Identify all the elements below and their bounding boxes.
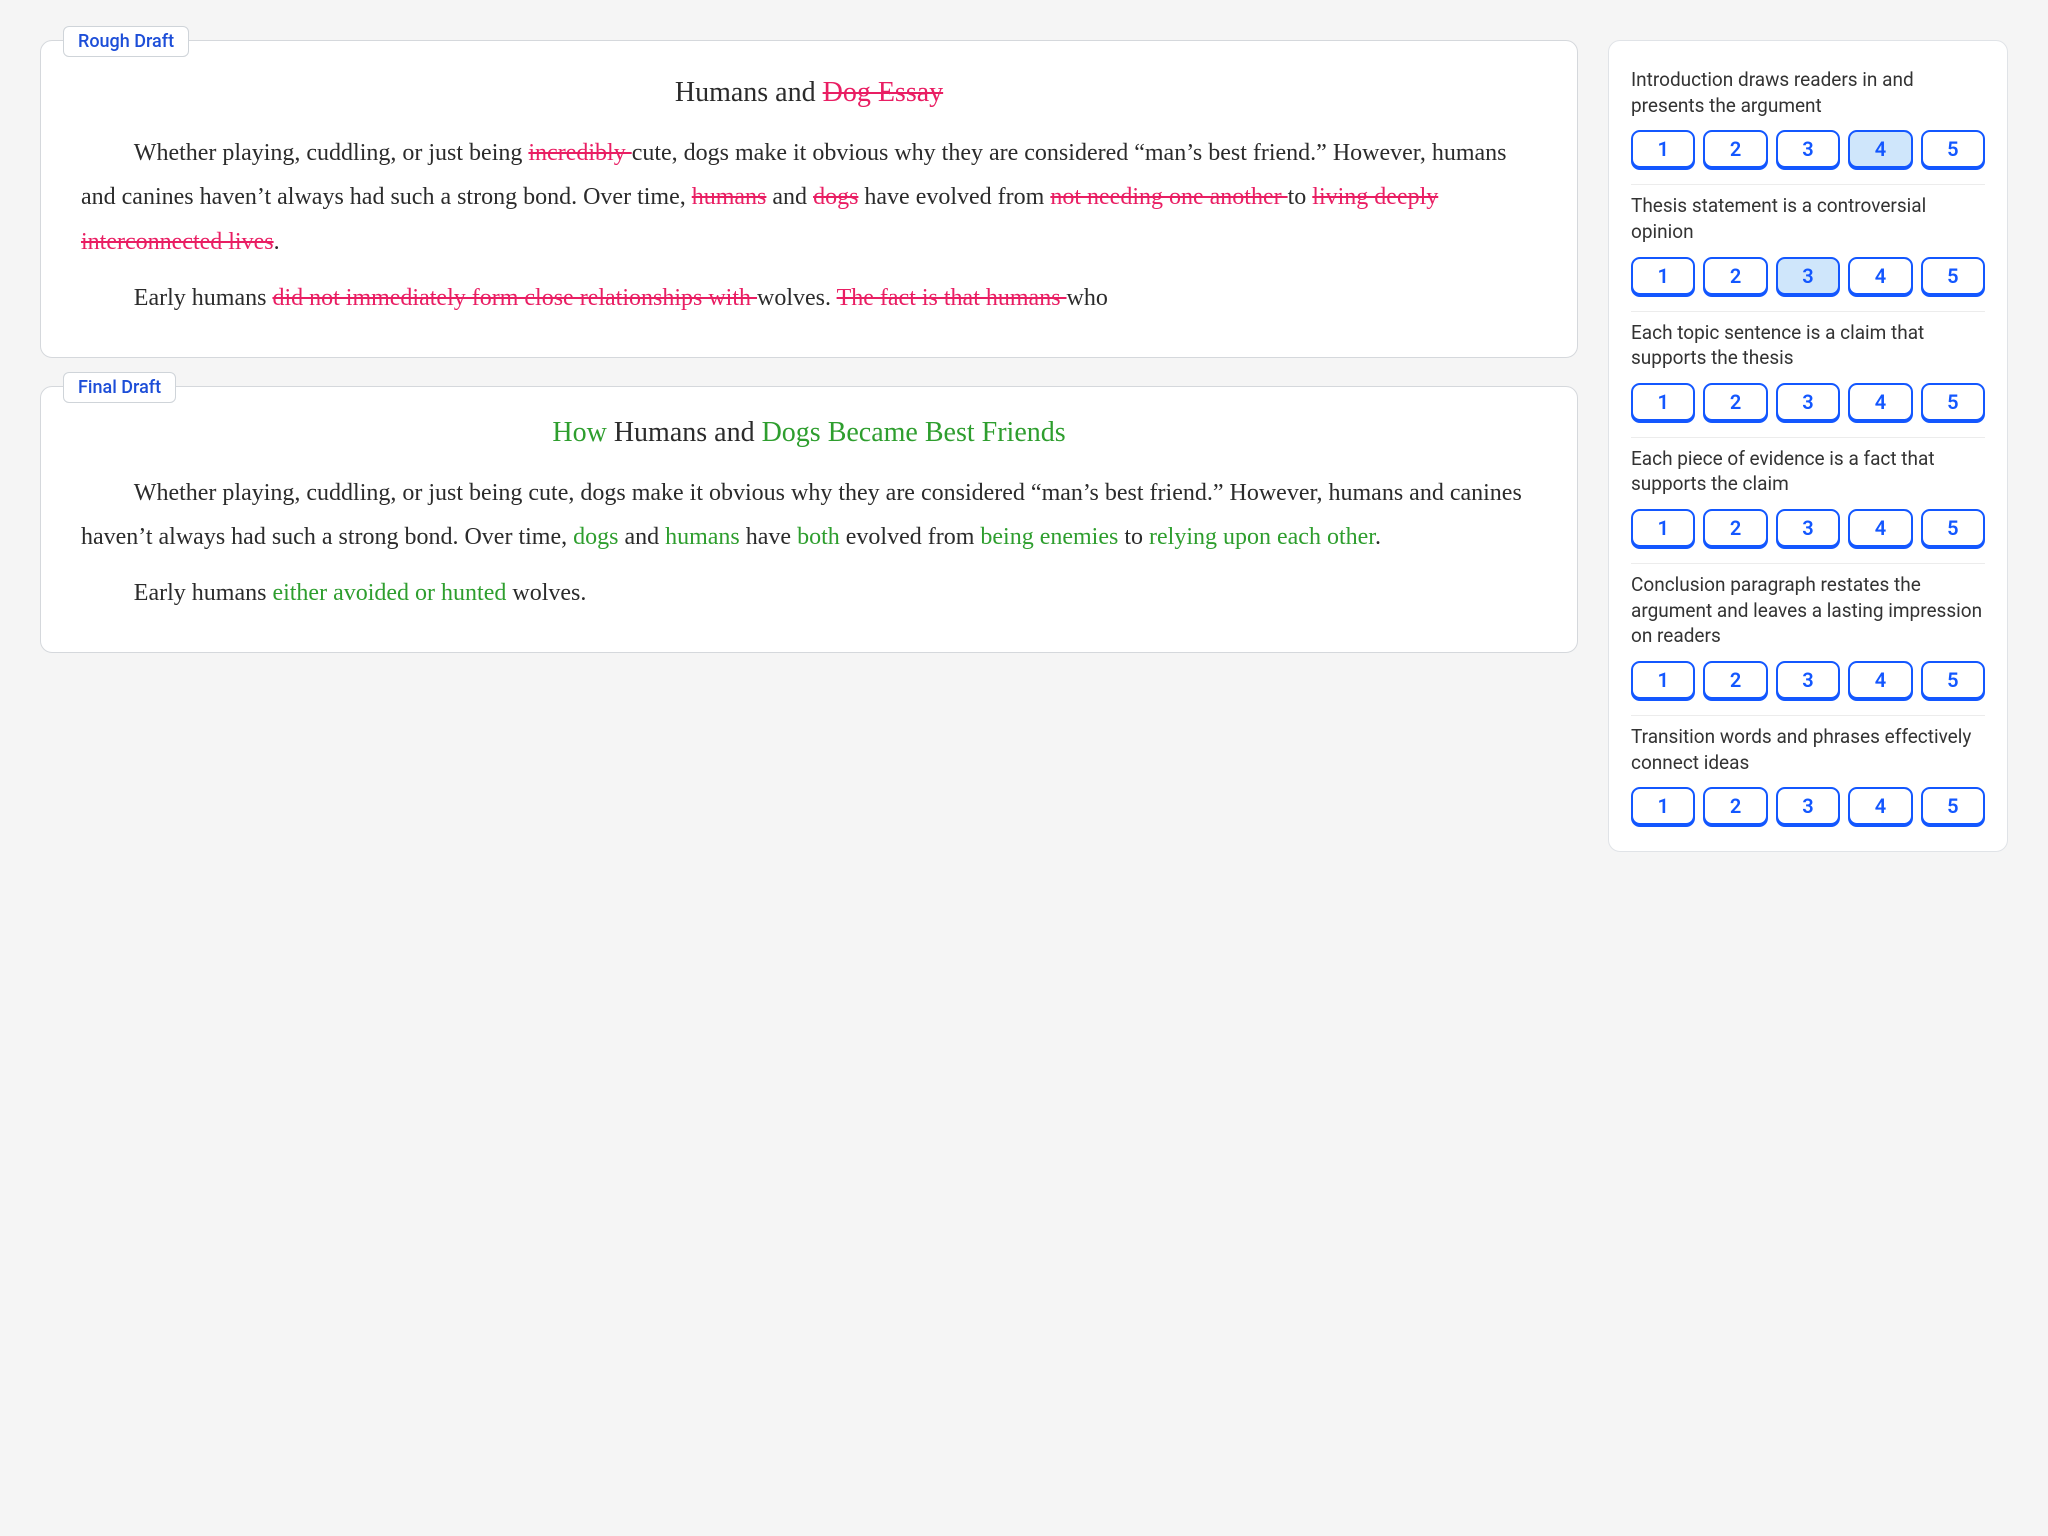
rubric-description: Introduction draws readers in and presen… [1631,67,1985,118]
score-button-4[interactable]: 4 [1848,257,1912,295]
score-button-3[interactable]: 3 [1776,130,1840,168]
final-draft-label: Final Draft [63,372,176,403]
text-segment: Early humans [134,580,273,606]
text-segment: and [766,184,813,210]
score-row: 12345 [1631,383,1985,421]
text-segment: have evolved from [858,184,1050,210]
text-segment: Whether playing, cuddling, or just being [134,140,529,166]
score-button-2[interactable]: 2 [1703,257,1767,295]
score-button-2[interactable]: 2 [1703,509,1767,547]
score-button-1[interactable]: 1 [1631,257,1695,295]
score-row: 12345 [1631,509,1985,547]
score-button-1[interactable]: 1 [1631,383,1695,421]
rough-draft-title: Humans and Dog Essay [81,77,1537,109]
score-button-3[interactable]: 3 [1776,661,1840,699]
score-button-3[interactable]: 3 [1776,257,1840,295]
score-button-3[interactable]: 3 [1776,787,1840,825]
score-button-5[interactable]: 5 [1921,130,1985,168]
rubric-item: Transition words and phrases effectively… [1631,716,1985,825]
text-segment: relying upon each other [1149,524,1375,550]
text-segment: incredibly [528,140,631,166]
text-segment: either avoided or hunted [272,580,506,606]
rough-draft-card: Rough Draft Humans and Dog Essay Whether… [40,40,1578,358]
text-segment: who [1067,285,1108,311]
text-segment: wolves. [757,285,837,311]
score-button-1[interactable]: 1 [1631,661,1695,699]
rubric-description: Transition words and phrases effectively… [1631,724,1985,775]
text-segment: How [552,417,606,448]
rubric-description: Each topic sentence is a claim that supp… [1631,320,1985,371]
text-segment: to [1288,184,1313,210]
final-draft-paragraph-1: Whether playing, cuddling, or just being… [81,471,1537,560]
rubric-item: Thesis statement is a controversial opin… [1631,185,1985,311]
score-button-2[interactable]: 2 [1703,130,1767,168]
score-row: 12345 [1631,257,1985,295]
essays-column: Rough Draft Humans and Dog Essay Whether… [40,40,1578,653]
text-segment: not needing one another [1050,184,1287,210]
score-button-1[interactable]: 1 [1631,787,1695,825]
score-button-4[interactable]: 4 [1848,383,1912,421]
text-segment: The fact is that humans [837,285,1067,311]
score-button-4[interactable]: 4 [1848,130,1912,168]
final-draft-paragraph-2: Early humans either avoided or hunted wo… [81,571,1537,615]
text-segment: Dogs Became Best Friends [762,417,1066,448]
text-segment: both [797,524,840,550]
score-button-5[interactable]: 5 [1921,257,1985,295]
score-button-1[interactable]: 1 [1631,130,1695,168]
text-segment: humans [692,184,767,210]
rough-draft-paragraph-1: Whether playing, cuddling, or just being… [81,131,1537,264]
text-segment: evolved from [840,524,981,550]
text-segment: . [1375,524,1381,550]
score-button-3[interactable]: 3 [1776,383,1840,421]
text-segment: wolves. [506,580,586,606]
score-button-5[interactable]: 5 [1921,661,1985,699]
text-segment: Humans and [675,77,823,108]
final-draft-title: How Humans and Dogs Became Best Friends [81,417,1537,449]
score-button-4[interactable]: 4 [1848,661,1912,699]
rubric-item: Each piece of evidence is a fact that su… [1631,438,1985,564]
score-button-2[interactable]: 2 [1703,383,1767,421]
rubric-item: Introduction draws readers in and presen… [1631,67,1985,185]
score-button-5[interactable]: 5 [1921,509,1985,547]
score-button-5[interactable]: 5 [1921,383,1985,421]
rubric-description: Thesis statement is a controversial opin… [1631,193,1985,244]
text-segment: Dog Essay [823,77,944,108]
text-segment: . [274,229,280,255]
rough-draft-label: Rough Draft [63,26,189,57]
text-segment: and [618,524,665,550]
rough-draft-paragraph-2: Early humans did not immediately form cl… [81,276,1537,320]
rubric-description: Each piece of evidence is a fact that su… [1631,446,1985,497]
score-button-1[interactable]: 1 [1631,509,1695,547]
text-segment: Early humans [134,285,273,311]
score-row: 12345 [1631,130,1985,168]
final-draft-card: Final Draft How Humans and Dogs Became B… [40,386,1578,653]
text-segment: dogs [573,524,618,550]
text-segment: humans [665,524,740,550]
score-button-4[interactable]: 4 [1848,787,1912,825]
score-button-5[interactable]: 5 [1921,787,1985,825]
rubric-panel: Introduction draws readers in and presen… [1608,40,2008,852]
score-button-4[interactable]: 4 [1848,509,1912,547]
score-button-3[interactable]: 3 [1776,509,1840,547]
rubric-item: Each topic sentence is a claim that supp… [1631,312,1985,438]
rubric-item: Conclusion paragraph restates the argume… [1631,564,1985,716]
score-button-2[interactable]: 2 [1703,661,1767,699]
text-segment: have [740,524,797,550]
score-button-2[interactable]: 2 [1703,787,1767,825]
score-row: 12345 [1631,661,1985,699]
text-segment: Humans and [607,417,762,448]
score-row: 12345 [1631,787,1985,825]
text-segment: dogs [813,184,858,210]
text-segment: being enemies [980,524,1118,550]
text-segment: to [1118,524,1149,550]
rubric-description: Conclusion paragraph restates the argume… [1631,572,1985,649]
text-segment: did not immediately form close relations… [272,285,757,311]
